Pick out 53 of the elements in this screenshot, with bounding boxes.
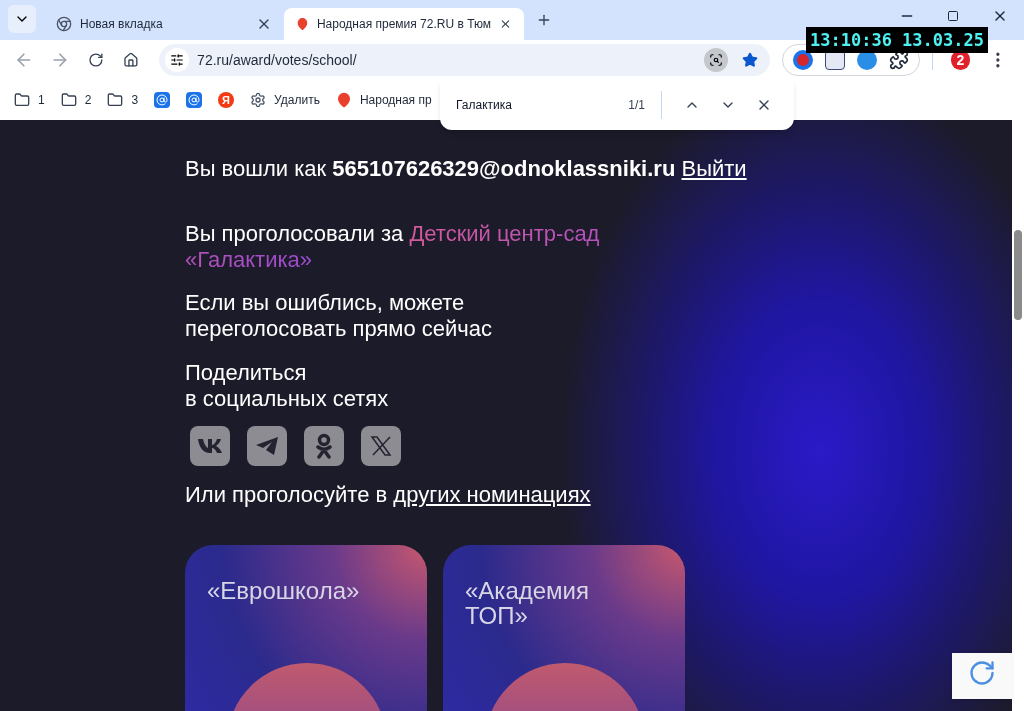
vk-share-button[interactable] [190,426,230,466]
at-sign-icon [154,92,171,108]
bookmark-label[interactable]: 2 [84,91,92,109]
folder-icon [14,92,30,108]
other-nominations-text: Или проголосуйте в других номинациях [185,482,592,508]
nominee-card[interactable]: «Академия ТОП» [443,545,685,711]
bookmark-label[interactable]: Удалить [274,91,320,109]
card-title: «Академия ТОП» [465,578,590,628]
other-nominations-link[interactable]: других номинациях [393,482,591,507]
folder-icon [107,92,124,108]
maximize-icon[interactable] [947,10,959,22]
tab-title: Новая вкладка [80,16,164,33]
logout-link[interactable]: Выйти [681,156,747,181]
ok-share-button[interactable] [304,426,344,466]
tab-title: Народная премия 72.RU в Тюм [316,16,492,33]
puzzle-icon[interactable] [888,50,909,70]
scrollbar-thumb[interactable] [1014,230,1022,320]
home-icon[interactable] [123,52,140,68]
ok-logo-icon [315,433,333,459]
match-count: 1/1 [628,91,662,119]
reload-icon[interactable] [87,52,104,68]
map-pin-icon [296,16,309,32]
browser-tab[interactable]: Народная премия 72.RU в Тюм [284,8,524,40]
vk-logo-icon [197,438,223,454]
site-settings-icon[interactable] [165,48,190,72]
find-in-page-icon[interactable] [703,48,728,72]
card-title: «Еврошкола» [207,578,361,603]
folder-icon [60,92,77,108]
gear-icon [250,92,267,108]
recaptcha-icon [968,659,996,687]
paper-plane-icon [255,436,279,456]
x-share-button[interactable] [361,426,401,466]
nominee-card[interactable]: «Еврошкола» [185,545,427,711]
tab-list-button[interactable] [8,5,36,33]
login-text: Вы вошли как 565107626329@odnoklassniki.ru Выйти [185,156,748,182]
find-query[interactable]: Галактика [456,96,629,114]
at-sign-icon [186,92,203,108]
share-title: Поделиться в социальных сетях [185,360,390,412]
x-logo-icon [370,435,392,457]
browser-logo-icon [56,16,72,32]
new-tab-icon[interactable] [536,12,552,28]
paper-plane-share-button[interactable] [247,426,287,466]
revote-text: Если вы ошиблись, можете переголосовать прямо сейчас [185,290,494,342]
clock-overlay: 13:10:36 13.03.25 [806,27,988,53]
address-bar[interactable]: 72.ru/award/votes/school/ [159,44,770,76]
map-pin-icon [335,92,352,108]
browser-tab[interactable]: Новая вкладка [44,8,284,40]
url-text: 72.ru/award/votes/school/ [197,50,358,70]
bookmark-label[interactable]: Народная пр [359,91,432,109]
yandex-icon: Я [218,92,235,108]
bookmark-label[interactable]: 1 [38,91,45,109]
bookmark-label[interactable]: 3 [131,91,139,109]
bookmark-star-icon[interactable] [741,52,758,68]
